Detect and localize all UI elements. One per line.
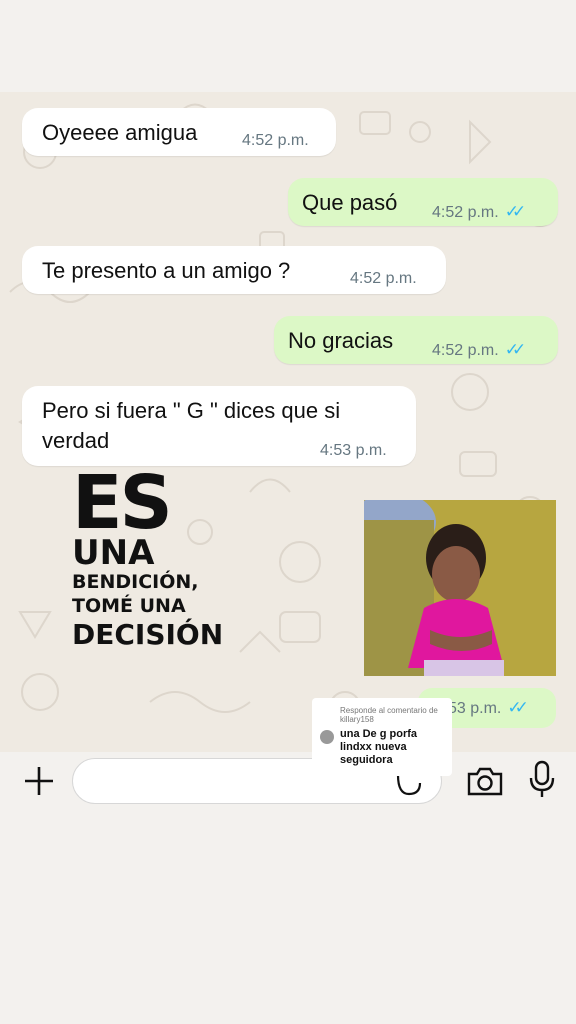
message-time: 53 p.m. (448, 700, 502, 717)
text-sticker[interactable]: ES UNA BENDICIÓN, TOMÉ UNA DECISIÓN (72, 460, 242, 660)
message-outgoing[interactable]: Que pasó 4:52 p.m. ✓✓ (288, 178, 558, 226)
message-time: 4:53 p.m. (320, 442, 387, 459)
avatar (320, 730, 334, 744)
message-text-line1: Pero si fuera " G " dices que si (42, 398, 341, 423)
reply-header: Responde al comentario de (340, 706, 438, 715)
camera-icon (467, 767, 503, 796)
reply-text-line: lindxx nueva (340, 741, 407, 753)
message-time: 4:52 p.m. (432, 204, 499, 221)
double-check-icon: ✓✓ (504, 202, 526, 221)
attach-button[interactable] (22, 764, 56, 798)
reply-user: killary158 (340, 715, 374, 724)
camera-button[interactable] (466, 764, 504, 798)
message-text-line2: verdad (42, 428, 110, 453)
sticker-line: BENDICIÓN, (72, 571, 199, 593)
message-outgoing[interactable]: No gracias 4:52 p.m. ✓✓ (274, 316, 558, 364)
sticker-line: TOMÉ UNA (72, 595, 186, 617)
message-time: 4:52 p.m. (432, 342, 499, 359)
reply-comment-overlay: Responde al comentario de killary158 una… (312, 698, 452, 776)
message-text: No gracias (288, 328, 394, 353)
message-text: Que pasó (302, 190, 398, 215)
message-time: 4:52 p.m. (350, 270, 417, 287)
message-incoming[interactable]: Te presento a un amigo ? 4:52 p.m. (22, 246, 446, 294)
reply-text-line: seguidora (340, 754, 393, 766)
message-time: 4:52 p.m. (242, 132, 309, 149)
double-check-icon: ✓✓ (507, 698, 528, 717)
sticker-line: DECISIÓN (72, 618, 224, 651)
sticker-line: ES (72, 460, 173, 546)
message-text: Oyeeee amigua (42, 120, 198, 145)
double-check-icon: ✓✓ (504, 340, 526, 359)
message-incoming[interactable]: Pero si fuera " G " dices que si verdad … (22, 386, 416, 466)
message-incoming[interactable]: Oyeeee amigua 4:52 p.m. (22, 108, 336, 156)
crying-girl-photo[interactable] (364, 500, 556, 676)
reply-text-line: una De g porfa (340, 728, 418, 740)
message-text: Te presento a un amigo ? (42, 258, 291, 283)
microphone-icon (529, 760, 555, 797)
microphone-button[interactable] (528, 760, 556, 800)
plus-icon (25, 767, 53, 795)
